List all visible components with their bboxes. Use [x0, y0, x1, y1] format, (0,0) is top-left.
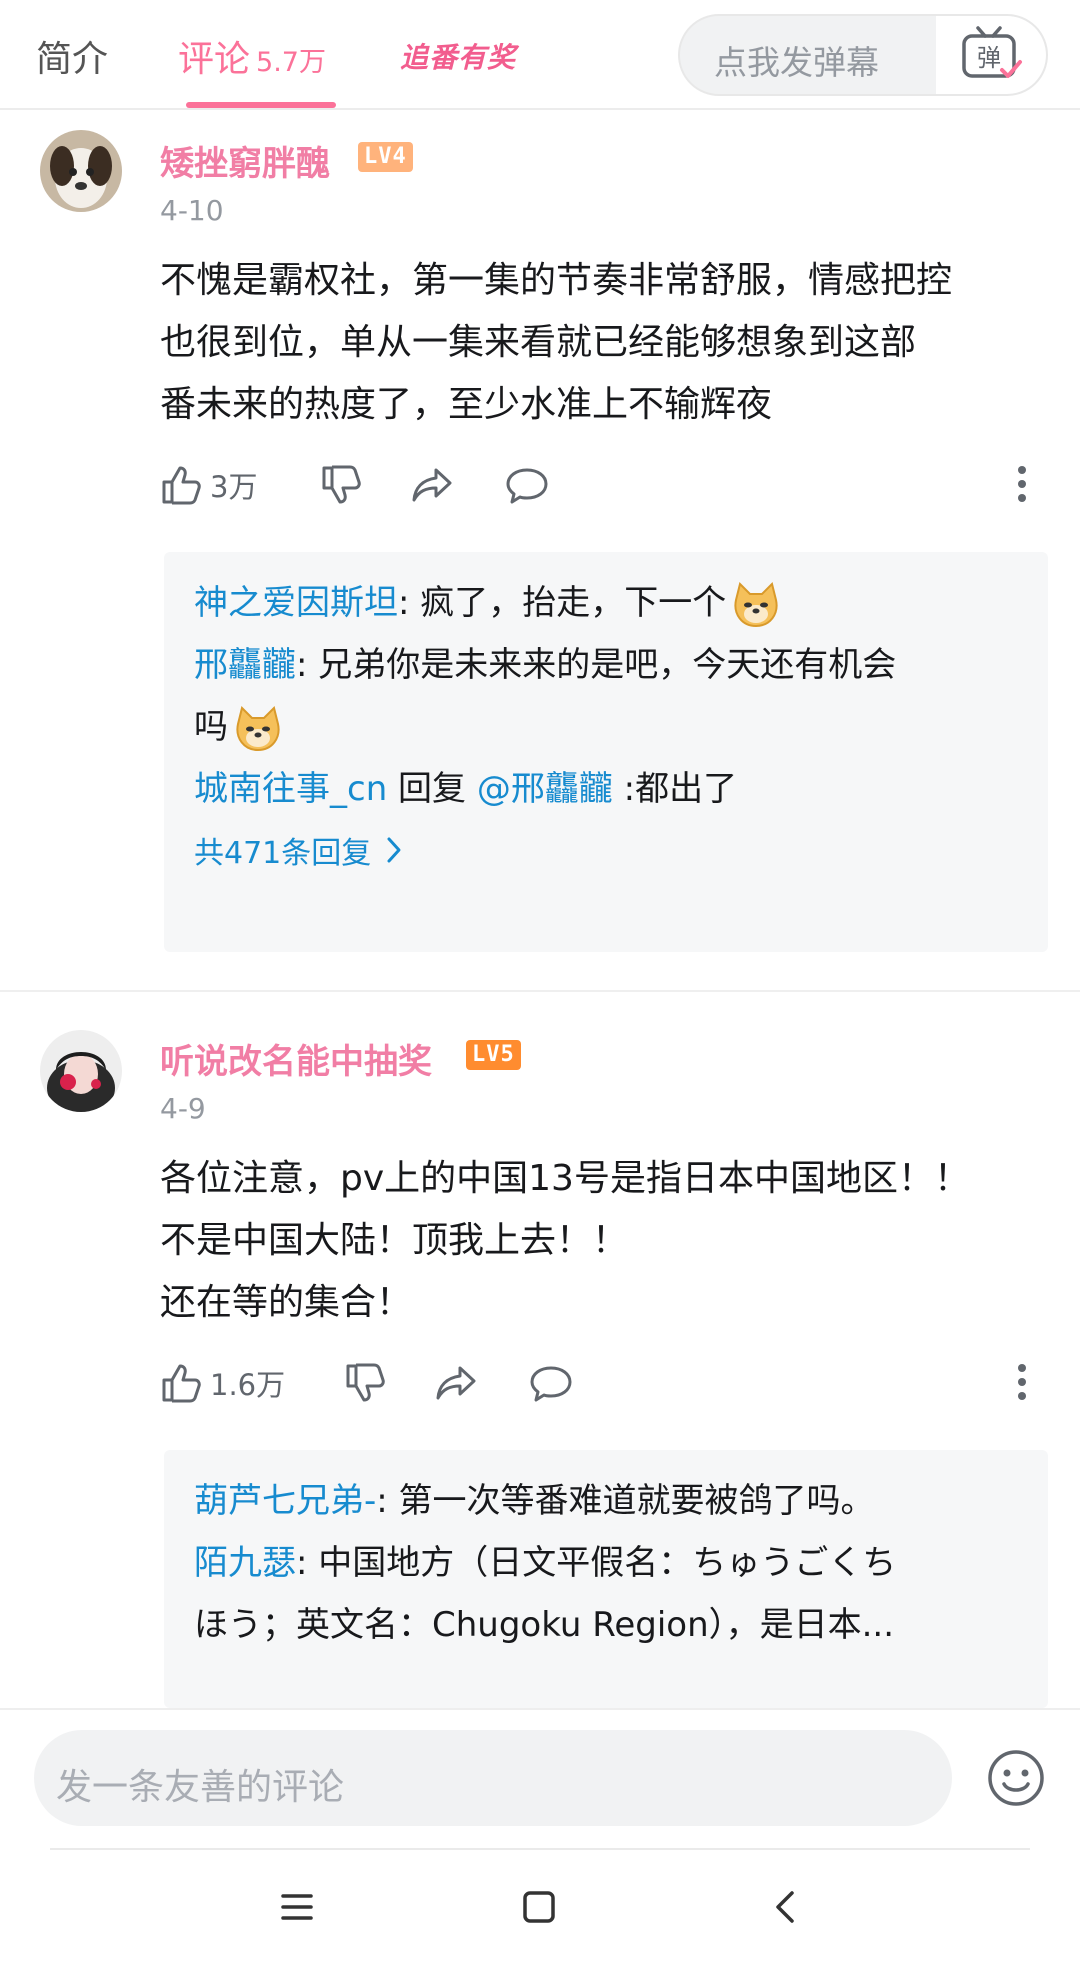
comment-divider [0, 990, 1080, 992]
thumbs-up-icon [162, 466, 201, 505]
reply-text: : 兄弟你是未来来的是吧，今天还有机会 吗 [194, 645, 897, 747]
comment-date: 4-9 [160, 1092, 206, 1125]
reply-button[interactable] [504, 464, 550, 506]
comment-date: 4-10 [160, 194, 224, 227]
reply-text: : 第一次等番难道就要被鸽了吗。 [376, 1481, 875, 1521]
view-all-replies-link[interactable]: 共471条回复 [194, 828, 1018, 872]
username[interactable]: 矮挫窮胖醜 [160, 136, 330, 185]
dislike-button[interactable] [320, 464, 362, 506]
tab-comments-label: 评论 [178, 39, 251, 80]
comment-input-placeholder: 发一条友善的评论 [56, 1767, 345, 1808]
reply-username[interactable]: 陌九瑟 [194, 1543, 296, 1583]
danmaku-input[interactable]: 点我发弹幕 弹 [678, 14, 1048, 96]
like-count: 1.6万 [210, 1368, 286, 1402]
thumbs-up-icon [162, 1364, 201, 1403]
emoji-button[interactable] [986, 1748, 1046, 1812]
recent-apps-button[interactable] [280, 1890, 314, 1928]
dislike-button[interactable] [344, 1362, 386, 1404]
home-square-icon [523, 1891, 555, 1923]
more-vertical-icon [1018, 1364, 1026, 1400]
reply-button[interactable] [528, 1362, 574, 1404]
comment-actions: 3万 [160, 464, 1040, 514]
comment-bubble-icon [506, 468, 548, 504]
like-count: 3万 [210, 470, 258, 504]
share-icon [412, 468, 452, 502]
chevron-right-icon [387, 837, 401, 863]
reply-username[interactable]: 邢龘龖 [194, 645, 296, 685]
reply-text: : 中国地方（日文平假名：ちゅうごくち ほう；英文名：Chugoku Regio… [194, 1543, 897, 1645]
promo-tab[interactable]: 追番有奖 [400, 36, 516, 76]
back-chevron-icon [776, 1891, 794, 1923]
reply-connector: 回复 [387, 769, 477, 809]
smiley-icon [988, 1750, 1044, 1806]
reply-preview-box[interactable]: 葫芦七兄弟-: 第一次等番难道就要被鸽了吗。 陌九瑟: 中国地方（日文平假名：ち… [164, 1450, 1048, 1708]
reply-username[interactable]: 葫芦七兄弟- [194, 1481, 376, 1521]
active-tab-indicator [186, 102, 336, 108]
doge-emoji-icon [730, 580, 782, 630]
tab-intro[interactable]: 简介 [36, 30, 108, 82]
reply-text: : 疯了，抬走，下一个 [398, 583, 727, 623]
system-navigation-bar [0, 1848, 1080, 1976]
more-options-button[interactable] [1016, 464, 1028, 508]
reply-text: :都出了 [612, 769, 738, 809]
thumbs-down-icon [346, 1363, 385, 1402]
tab-comments[interactable]: 评论 5.7万 [178, 30, 326, 82]
reply-count-label: 共471条回复 [194, 836, 372, 871]
reply-item: 邢龘龖: 兄弟你是未来来的是吧，今天还有机会 吗 [194, 634, 1018, 758]
home-button[interactable] [522, 1890, 556, 1928]
level-badge: LV5 [466, 1040, 521, 1070]
danmaku-placeholder: 点我发弹幕 [714, 43, 879, 82]
comment-count: 5.7万 [256, 47, 326, 78]
reply-item: 神之爱因斯坦: 疯了，抬走，下一个 [194, 572, 1018, 634]
danmaku-toggle-button[interactable]: 弹 [936, 16, 1046, 94]
reply-item: 葫芦七兄弟-: 第一次等番难道就要被鸽了吗。 [194, 1470, 1018, 1532]
reply-mention[interactable]: @邢龘龖 [477, 769, 613, 809]
more-vertical-icon [1018, 466, 1026, 502]
reply-preview-box[interactable]: 神之爱因斯坦: 疯了，抬走，下一个 邢龘龖: 兄弟你是未来来的是吧，今天还有机会… [164, 552, 1048, 952]
reply-item: 陌九瑟: 中国地方（日文平假名：ちゅうごくち ほう；英文名：Chugoku Re… [194, 1532, 1018, 1656]
like-button[interactable]: 3万 [160, 464, 257, 506]
level-badge: LV4 [358, 142, 413, 172]
comment-input[interactable]: 发一条友善的评论 [34, 1730, 952, 1826]
reply-username[interactable]: 城南往事_cn [194, 769, 387, 809]
share-button[interactable] [410, 464, 454, 506]
comment-bubble-icon [530, 1366, 572, 1402]
reply-username[interactable]: 神之爱因斯坦 [194, 583, 398, 623]
comment-composer: 发一条友善的评论 [0, 1708, 1080, 1848]
avatar[interactable] [40, 1030, 122, 1112]
nav-divider [50, 1848, 1030, 1850]
back-button[interactable] [774, 1890, 798, 1928]
avatar[interactable] [40, 130, 122, 212]
share-icon [436, 1366, 476, 1400]
comment-text: 各位注意，pv上的中国13号是指日本中国地区！！ 不是中国大陆！顶我上去！！ 还… [160, 1158, 970, 1323]
more-options-button[interactable] [1016, 1362, 1028, 1406]
reply-item: 城南往事_cn 回复 @邢龘龖 :都出了 [194, 758, 1018, 820]
danmaku-tv-icon: 弹 [962, 26, 1022, 78]
share-button[interactable] [434, 1362, 478, 1404]
comment-actions: 1.6万 [160, 1362, 1040, 1412]
danmaku-button-label: 弹 [977, 44, 1001, 72]
comment-tab-bar: 简介 评论 5.7万 追番有奖 点我发弹幕 弹 [0, 0, 1080, 110]
comment-text: 不愧是霸权社，第一集的节奏非常舒服，情感把控 也很到位，单从一集来看就已经能够想… [160, 260, 953, 425]
doge-emoji-icon [232, 704, 284, 754]
username[interactable]: 听说改名能中抽奖 [160, 1034, 432, 1083]
like-button[interactable]: 1.6万 [160, 1362, 285, 1404]
menu-icon [281, 1894, 313, 1920]
thumbs-down-icon [322, 465, 361, 504]
